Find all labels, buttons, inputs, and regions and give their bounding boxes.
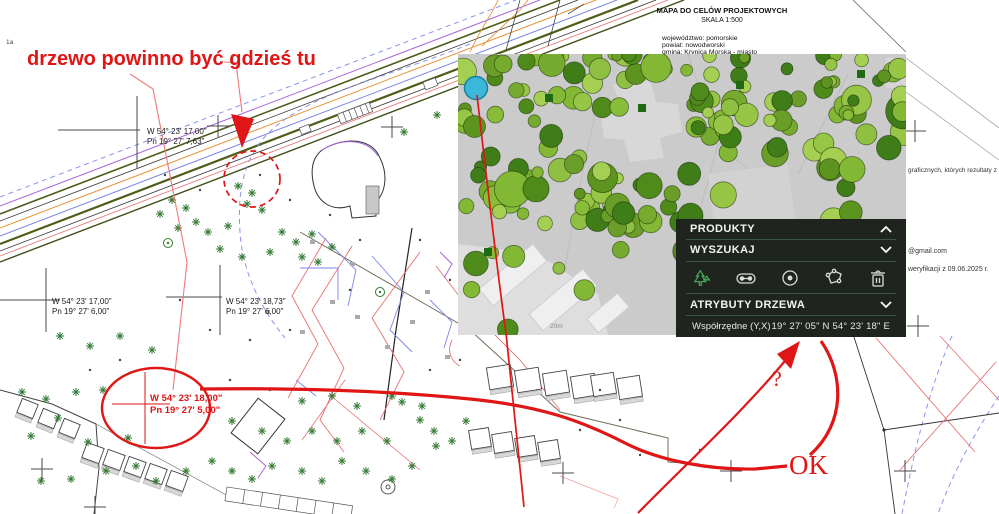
tree-icon (693, 269, 711, 286)
province: województwo: pomorskie (661, 35, 738, 42)
section-label: PRODUKTY (690, 223, 755, 236)
terraced-buildings (224, 486, 354, 514)
panel-section-wyszukaj[interactable]: WYSZUKAJ (676, 240, 906, 260)
tree-tool-button[interactable] (691, 266, 715, 290)
lasso-tool-button[interactable] (821, 265, 847, 291)
side-note-2: @gmail.com (908, 248, 947, 255)
coord-label-1-lat: W 54° 23' 17,00" (147, 127, 207, 136)
trash-icon (871, 269, 885, 287)
chevron-down-icon (880, 300, 892, 308)
lasso-icon (825, 268, 842, 284)
map-title: MAPA DO CELÓW PROJEKTOWYCH (657, 6, 788, 15)
house-outline (230, 397, 286, 455)
section-label: ATRYBUTY DRZEWA (690, 298, 806, 311)
side-notes: graficznych, których rezultaty z @gmail.… (907, 167, 997, 273)
panel-section-atrybuty[interactable]: ATRYBUTY DRZEWA (676, 294, 906, 314)
chevron-up-icon (880, 225, 892, 233)
panel-section-produkty[interactable]: PRODUKTY (676, 219, 906, 239)
point-icon (782, 269, 798, 286)
title-block: MAPA DO CELÓW PROJEKTOWYCH SKALA 1:500 w… (657, 6, 788, 56)
point-select-tool-button[interactable] (777, 265, 803, 291)
coord-label-2-lon: Pn 19° 27' 6,00" (52, 307, 110, 316)
coord-label-3-lon: Pn 19° 27' 6,00" (226, 307, 284, 316)
coordinates-value: 19° 27' 05" N 54° 23' 18" E (771, 320, 890, 332)
coord-label-3-lat: W 54° 23' 18,73" (226, 297, 286, 306)
side-note-1: graficznych, których rezultaty z (908, 167, 997, 174)
map-scale: SKALA 1:500 (701, 17, 743, 24)
selected-tree-marker[interactable] (463, 75, 489, 101)
tool-bar (676, 262, 906, 294)
measure-link-tool-button[interactable] (733, 265, 759, 291)
screenshot-root: 1a W 54° 23' 17,00" Pn 19° 27' 7,63" W 5… (0, 0, 999, 514)
chevron-down-icon (880, 246, 892, 254)
coordinates-label: Współrzędne (Y,X) (692, 320, 771, 332)
coord-label-1-lon: Pn 19° 27' 7,63" (147, 137, 205, 146)
section-label: WYSZUKAJ (690, 244, 755, 257)
county: powiat: nowodworski (662, 42, 725, 49)
link-icon (736, 272, 756, 284)
side-panel: PRODUKTY WYSZUKAJ ATRYBUTY DRZEWA Współr… (676, 219, 906, 337)
delete-tool-button[interactable] (865, 265, 891, 291)
coordinates-row[interactable]: Współrzędne (Y,X) 19° 27' 05" N 54° 23' … (676, 316, 906, 337)
corner-label: 1a (6, 39, 14, 46)
side-note-3: weryfikacji z 09.06.2025 r. (907, 266, 989, 273)
coord-label-2-lat: W 54° 23' 17,00" (52, 297, 112, 306)
viewer-scale-label: 20m (550, 323, 563, 330)
